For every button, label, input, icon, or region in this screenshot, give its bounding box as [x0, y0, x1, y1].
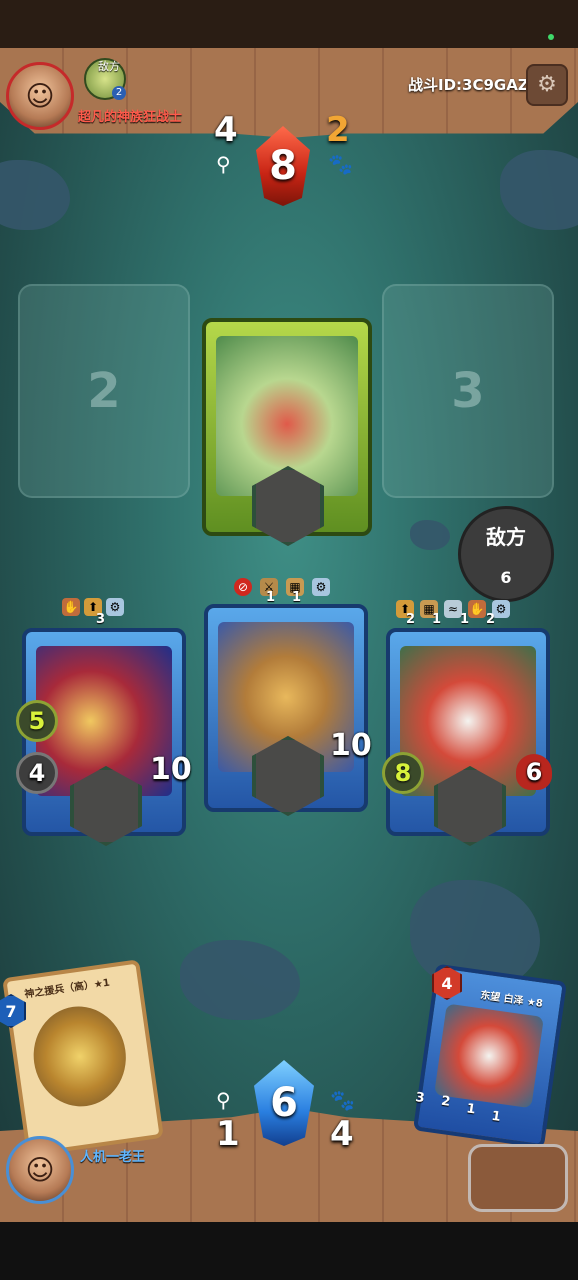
opponent-rank-number: 2 — [112, 86, 126, 100]
power-stat: 5 — [16, 700, 58, 742]
battle-id: 战斗ID:3C9GAZ — [408, 76, 529, 94]
bottom-black-bar — [0, 1222, 578, 1280]
attack-stat: 4 — [16, 752, 58, 794]
face-icon: ☺ — [25, 1153, 55, 1187]
player-energy-value: 6 — [270, 1080, 298, 1126]
card-ability-row: ✋ ⬆ ⚙ — [62, 598, 124, 616]
white-beast-art — [434, 1003, 544, 1109]
health-heart-icon: 6 — [516, 754, 552, 790]
player-name: 人机一老王 — [80, 1150, 146, 1165]
settings-button[interactable]: ⚙ — [526, 64, 568, 106]
tool-icon: ⚲ — [216, 152, 231, 176]
enemy-button-label: 敌方 — [486, 525, 526, 549]
claw-icon: ✋ — [62, 598, 80, 616]
ability-count: 1 — [432, 612, 442, 627]
gear-icon: ⚙ — [312, 578, 330, 596]
power-value: 8 — [394, 759, 412, 787]
hand-card-title: 神之援兵（高）★1 — [23, 977, 111, 1001]
game-screen: ☺ 敌方 2 超凡的神族狂战士 战斗ID:3C9GAZ ⚙ 4 ⚲ 8 2 🐾 … — [0, 0, 578, 1280]
no-entry-icon: ⊘ — [234, 578, 252, 596]
end-turn-button[interactable] — [468, 1144, 568, 1212]
hand-card-title: 东望 白泽 ★8 — [479, 990, 544, 1010]
player-avatar[interactable]: ☺ — [6, 1136, 74, 1204]
player-unit-card-middle[interactable] — [204, 604, 368, 816]
scales-art — [27, 1000, 133, 1113]
health-value: 6 — [525, 758, 543, 786]
enemy-energy-value: 8 — [269, 143, 297, 189]
paw-icon: 🐾 — [330, 1088, 355, 1112]
player-left-score: 1 — [216, 1114, 240, 1154]
ability-count: 2 — [406, 612, 416, 627]
slot-number: 2 — [87, 363, 121, 419]
hand-stat: 3 — [414, 1090, 426, 1107]
player-right-score: 4 — [330, 1114, 354, 1154]
card-ability-row: ⊘ ⚔ ▦ ⚙ — [234, 578, 330, 596]
opponent-side-label: 敌方 — [98, 60, 120, 73]
slot-number: 3 — [451, 363, 485, 419]
claw-icon: ✋ — [468, 600, 486, 618]
face-icon: ☺ — [25, 79, 55, 113]
enemy-info-button[interactable]: 敌方 6 — [458, 506, 554, 602]
ability-count: 1 — [266, 590, 276, 605]
enemy-left-score: 4 — [214, 110, 238, 150]
hand-stat: 2 — [440, 1093, 452, 1110]
enemy-right-score: 2 — [326, 110, 350, 150]
enemy-unit-card[interactable] — [202, 318, 372, 546]
player-unit-card-right[interactable] — [386, 628, 550, 846]
hand-stat: 1 — [490, 1108, 502, 1125]
enemy-card-count: 6 — [500, 568, 512, 587]
power-stat: 8 — [382, 752, 424, 794]
ability-count: 1 — [460, 612, 470, 627]
rock-decoration — [410, 520, 450, 550]
health-value: 10 — [330, 728, 372, 763]
opponent-avatar[interactable]: ☺ — [6, 62, 74, 130]
status-indicator-dot — [548, 34, 554, 40]
board-slot-3[interactable]: 3 — [382, 284, 554, 498]
ability-count: 3 — [96, 612, 106, 627]
paw-icon: 🐾 — [328, 152, 353, 176]
power-value: 5 — [28, 707, 46, 735]
attack-value: 4 — [28, 759, 46, 787]
ability-count: 1 — [292, 590, 302, 605]
gear-icon: ⚙ — [537, 72, 557, 97]
opponent-name: 超凡的神族狂战士 — [78, 110, 183, 125]
top-status-bar — [0, 0, 578, 52]
tool-icon: ⚲ — [216, 1088, 231, 1112]
health-value: 10 — [150, 752, 192, 787]
opponent-rank-badge: 敌方 2 — [84, 58, 126, 100]
board-slot-2[interactable]: 2 — [18, 284, 190, 498]
ability-count: 2 — [486, 612, 496, 627]
hand-stat: 1 — [465, 1101, 477, 1118]
hand-card-spell[interactable]: 神之援兵（高）★1 — [2, 959, 164, 1157]
gear-icon: ⚙ — [106, 598, 124, 616]
